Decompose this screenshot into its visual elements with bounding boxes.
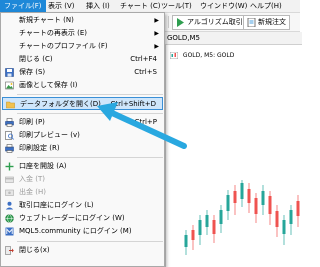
save-icon	[5, 68, 14, 77]
print-preview-icon	[5, 131, 14, 140]
menu-item-shortcut: Ctrl+Shift+D	[110, 100, 157, 108]
menu-separator	[17, 113, 163, 114]
print-setup-icon	[5, 144, 14, 153]
play-icon	[177, 18, 184, 27]
menu-separator	[17, 241, 163, 242]
menu-item-shortcut: Ctrl+S	[134, 68, 157, 76]
menu-item-label: 口座を開設 (A)	[19, 162, 67, 170]
plus-icon	[5, 162, 14, 171]
menu-item-save[interactable]: 保存 (S) Ctrl+S	[2, 66, 163, 79]
menu-item-close[interactable]: 閉じる (C) Ctrl+F4	[2, 53, 163, 66]
new-order-label: 新規注文	[258, 18, 286, 26]
webtrader-icon	[5, 214, 14, 223]
menu-item-open-account[interactable]: 口座を開設 (A)	[2, 160, 163, 173]
file-menu: 新規チャート (N) ▶ チャートの再表示 (E) ▶ チャートのプロファイル …	[0, 12, 165, 267]
menu-item-login-trade-account[interactable]: 取引口座にログイン (L)	[2, 199, 163, 212]
withdraw-icon	[5, 189, 14, 196]
submenu-arrow-icon: ▶	[154, 43, 159, 50]
menu-item-new-chart[interactable]: 新規チャート (N) ▶	[2, 14, 163, 27]
menu-insert[interactable]: 挿入 (I)	[82, 0, 114, 12]
chart-header: GOLD, M5: GOLD	[170, 51, 234, 61]
menu-item-label: チャートのプロファイル (F)	[19, 42, 108, 50]
menu-item-label: チャートの再表示 (E)	[19, 29, 88, 37]
chart-window[interactable]: GOLD, M5: GOLD	[165, 45, 301, 267]
menu-item-label: 入金 (T)	[19, 175, 45, 183]
new-order-icon	[247, 18, 256, 27]
candles-group	[184, 180, 300, 255]
submenu-arrow-icon: ▶	[154, 17, 159, 24]
menu-item-exit[interactable]: 閉じる(x)	[2, 244, 163, 257]
algo-trading-button[interactable]: アルゴリズム取引	[172, 15, 247, 30]
menu-item-label: 新規チャート (N)	[19, 16, 74, 24]
menu-item-label: 印刷 (P)	[19, 118, 45, 126]
menu-item-login-mql5[interactable]: MQL5.community にログイン (M)	[2, 225, 163, 238]
chart-tab[interactable]: GOLD,M5	[165, 32, 302, 45]
menu-item-label: 出金 (H)	[19, 188, 46, 196]
menu-separator	[17, 94, 163, 95]
menu-item-withdraw[interactable]: 出金 (H)	[2, 186, 163, 199]
menu-item-shortcut: Ctrl+F4	[130, 55, 157, 63]
print-icon	[5, 118, 14, 127]
menu-item-label: MQL5.community にログイン (M)	[19, 227, 132, 235]
menu-item-open-data-folder[interactable]: データフォルダを開く(D) Ctrl+Shift+D	[2, 97, 163, 110]
menu-item-label: データフォルダを開く(D)	[20, 100, 101, 108]
menu-help[interactable]: ヘルプ(H)	[246, 0, 286, 12]
candlestick-chart	[184, 180, 300, 255]
menu-item-print-preview[interactable]: 印刷プレビュー (v)	[2, 129, 163, 142]
menu-item-label: ウェブトレーダーにログイン (W)	[19, 214, 125, 222]
submenu-arrow-icon: ▶	[154, 30, 159, 37]
deposit-icon	[5, 176, 14, 183]
menu-window[interactable]: ウインドウ(W)	[196, 0, 251, 12]
menu-item-shortcut: Ctrl+P	[134, 118, 157, 126]
mql5-icon	[5, 227, 14, 236]
folder-icon	[6, 101, 15, 109]
menu-item-reopen-chart[interactable]: チャートの再表示 (E) ▶	[2, 27, 163, 40]
menu-item-login-webtrader[interactable]: ウェブトレーダーにログイン (W)	[2, 212, 163, 225]
menu-item-deposit[interactable]: 入金 (T)	[2, 173, 163, 186]
menu-tools[interactable]: ツール(T)	[157, 0, 196, 12]
chart-symbol-label: GOLD, M5: GOLD	[182, 52, 235, 59]
chart-icon	[170, 52, 178, 59]
menu-view[interactable]: 表示 (V)	[44, 0, 78, 12]
menu-item-label: 保存 (S)	[19, 68, 46, 76]
login-icon	[5, 201, 14, 210]
menu-separator	[17, 157, 163, 158]
menu-item-label: 閉じる (C)	[19, 55, 53, 63]
algo-trading-label: アルゴリズム取引	[187, 18, 243, 26]
menu-item-label: 印刷プレビュー (v)	[19, 131, 80, 139]
menu-item-chart-profiles[interactable]: チャートのプロファイル (F) ▶	[2, 40, 163, 53]
menu-file[interactable]: ファイル(F)	[0, 0, 46, 12]
new-order-button[interactable]: 新規注文	[243, 15, 290, 30]
toolbar-separator	[168, 16, 169, 28]
exit-icon	[5, 246, 14, 255]
menu-item-label: 閉じる(x)	[19, 246, 50, 254]
menu-item-label: 画像として保存 (I)	[19, 81, 78, 89]
menu-item-print[interactable]: 印刷 (P) Ctrl+P	[2, 116, 163, 129]
menu-item-print-setup[interactable]: 印刷設定 (R)	[2, 142, 163, 155]
menu-item-label: 印刷設定 (R)	[19, 144, 60, 152]
menu-item-label: 取引口座にログイン (L)	[19, 201, 94, 209]
image-icon	[5, 81, 14, 90]
menu-item-save-as-image[interactable]: 画像として保存 (I)	[2, 79, 163, 92]
